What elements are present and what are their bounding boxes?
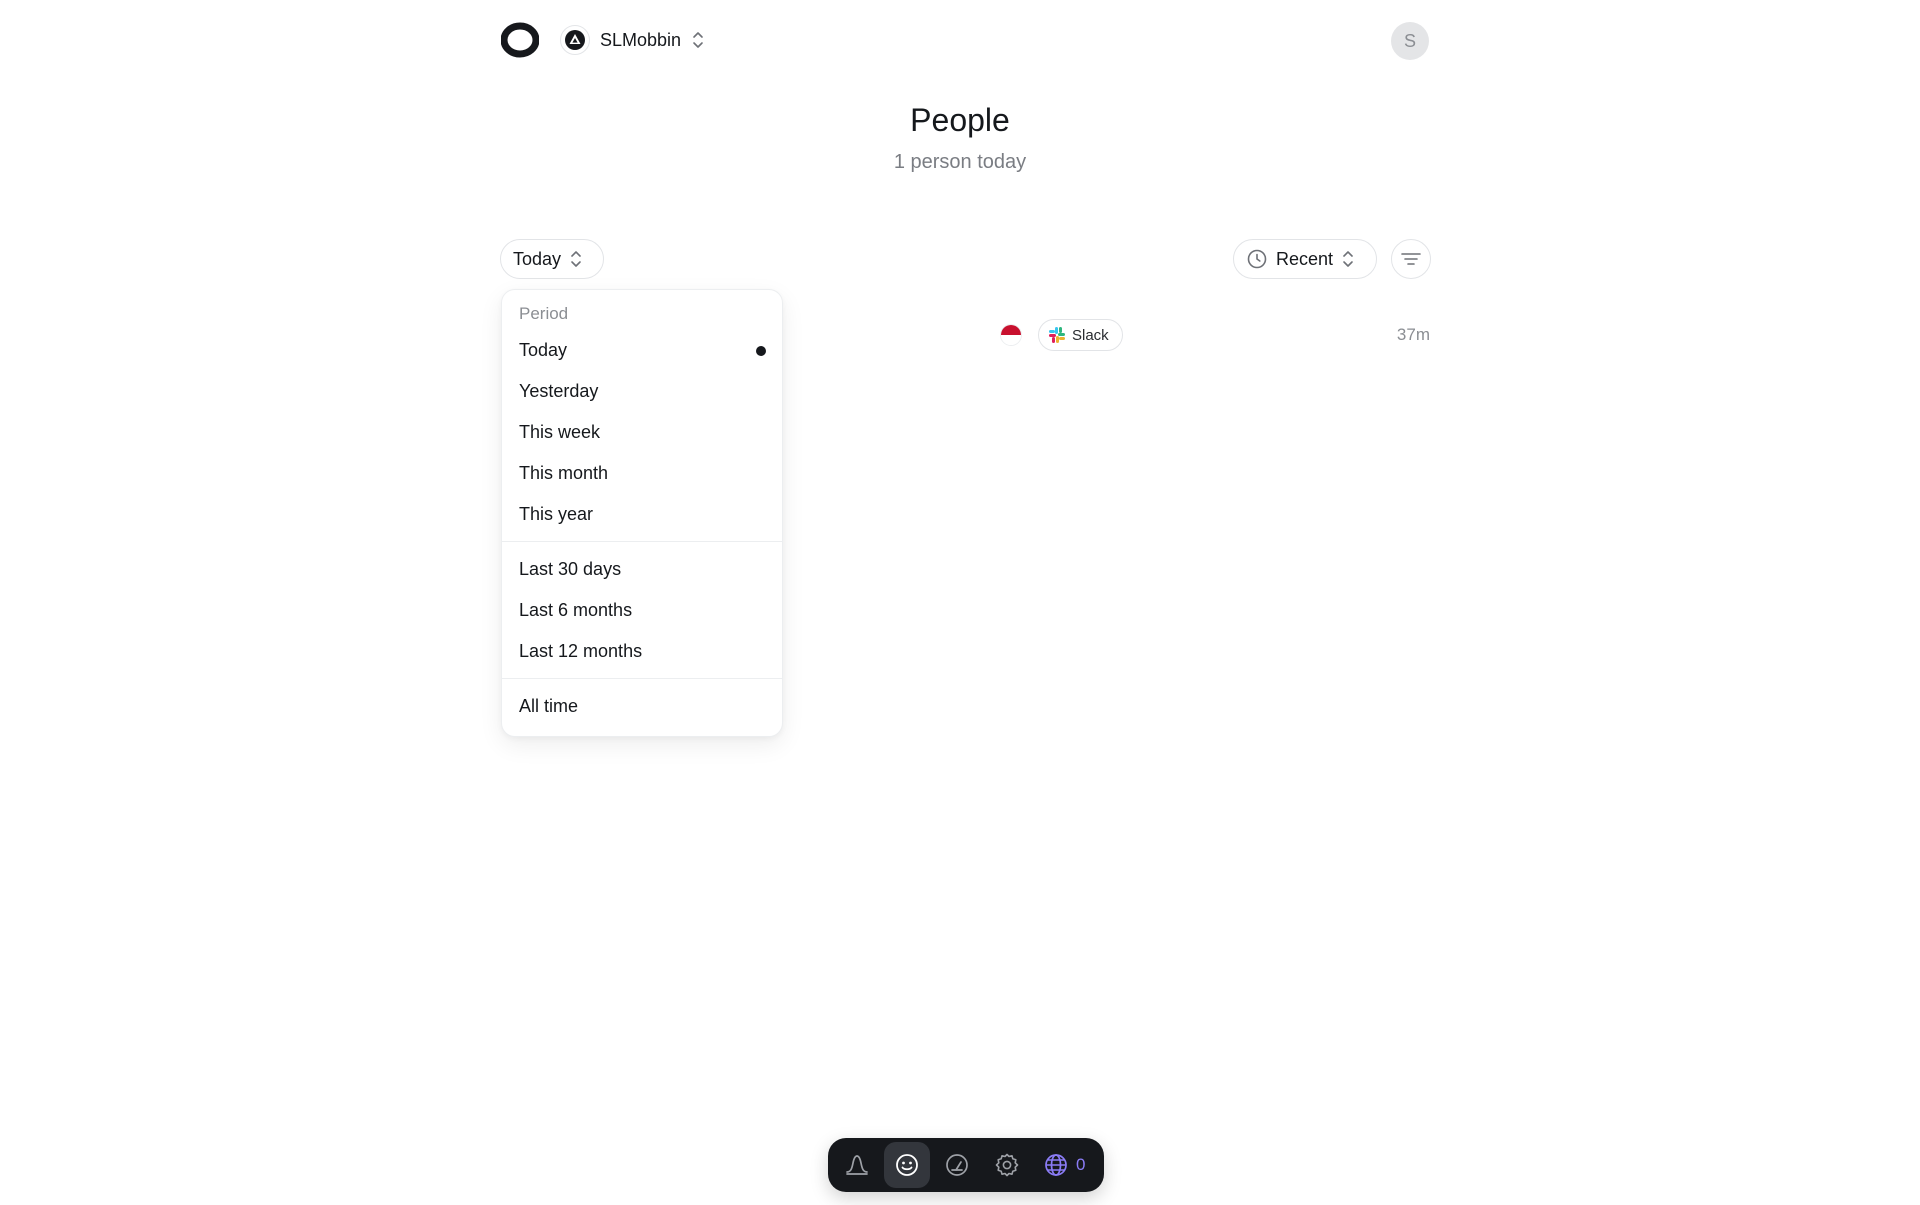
period-option-label: Today <box>519 340 568 360</box>
period-option-this-week[interactable]: This week <box>502 412 782 453</box>
period-option-label: This month <box>519 463 609 483</box>
nav-people-button[interactable] <box>884 1142 930 1188</box>
sort-select-button[interactable]: Recent <box>1233 239 1377 279</box>
period-option-this-month[interactable]: This month <box>502 453 782 494</box>
menu-divider <box>502 541 782 542</box>
ring-logo-icon <box>501 22 539 58</box>
period-option-label: This week <box>519 422 601 442</box>
page-subtitle: 1 person today <box>893 151 1027 173</box>
bottom-navigation-bar: 0 <box>828 1138 1104 1192</box>
period-option-today[interactable]: Today <box>502 330 782 371</box>
dropdown-section-label: Period <box>519 304 569 323</box>
gauge-icon <box>946 1154 968 1176</box>
period-option-last-30-days[interactable]: Last 30 days <box>502 549 782 590</box>
period-option-all-time[interactable]: All time <box>502 686 782 727</box>
nav-live-visitors-button[interactable]: 0 <box>1034 1142 1093 1188</box>
triangle-icon <box>565 30 585 50</box>
period-select-label: Today <box>513 248 562 269</box>
period-option-label: All time <box>519 696 579 716</box>
bell-icon <box>846 1155 868 1175</box>
chevron-updown-icon <box>693 32 703 48</box>
chevron-updown-icon <box>1343 251 1353 267</box>
period-option-last-6-months[interactable]: Last 6 months <box>502 590 782 631</box>
nav-analytics-button[interactable] <box>934 1142 980 1188</box>
workspace-name: SLMobbin <box>600 29 682 50</box>
smile-icon <box>896 1154 918 1176</box>
period-dropdown-menu: Period Today Yesterday This week This mo… <box>501 289 783 737</box>
filter-button[interactable] <box>1391 239 1431 279</box>
period-option-label: Last 6 months <box>519 600 633 620</box>
globe-icon <box>1045 1154 1067 1176</box>
country-flag-icon <box>1000 324 1022 346</box>
source-badge: Slack <box>1038 319 1123 351</box>
period-option-yesterday[interactable]: Yesterday <box>502 371 782 412</box>
gear-icon <box>995 1153 1019 1177</box>
period-option-this-year[interactable]: This year <box>502 494 782 535</box>
workspace-switcher[interactable]: SLMobbin <box>560 24 705 56</box>
period-option-label: Yesterday <box>519 381 599 401</box>
nav-settings-button[interactable] <box>984 1142 1030 1188</box>
nav-notifications-button[interactable] <box>834 1142 880 1188</box>
last-seen-time: 37m <box>1396 325 1430 344</box>
period-select-button[interactable]: Today <box>500 239 604 279</box>
selected-indicator-icon <box>756 346 766 356</box>
chevron-updown-icon <box>571 251 581 267</box>
period-option-last-12-months[interactable]: Last 12 months <box>502 631 782 672</box>
slack-icon <box>1049 327 1065 343</box>
period-option-label: Last 30 days <box>519 559 622 579</box>
filter-lines-icon <box>1401 253 1421 265</box>
sort-select-label: Recent <box>1276 248 1334 269</box>
workspace-avatar <box>560 25 590 55</box>
app-logo[interactable] <box>501 22 539 58</box>
period-option-label: This year <box>519 504 594 524</box>
source-label: Slack <box>1072 326 1109 344</box>
period-option-label: Last 12 months <box>519 641 643 661</box>
clock-icon <box>1247 249 1267 269</box>
live-visitor-count: 0 <box>1076 1155 1086 1174</box>
page-title: People <box>910 102 1010 138</box>
user-avatar[interactable]: S <box>1391 22 1429 60</box>
people-page: SLMobbin S People 1 person today Today R… <box>0 0 1920 1205</box>
menu-divider <box>502 678 782 679</box>
